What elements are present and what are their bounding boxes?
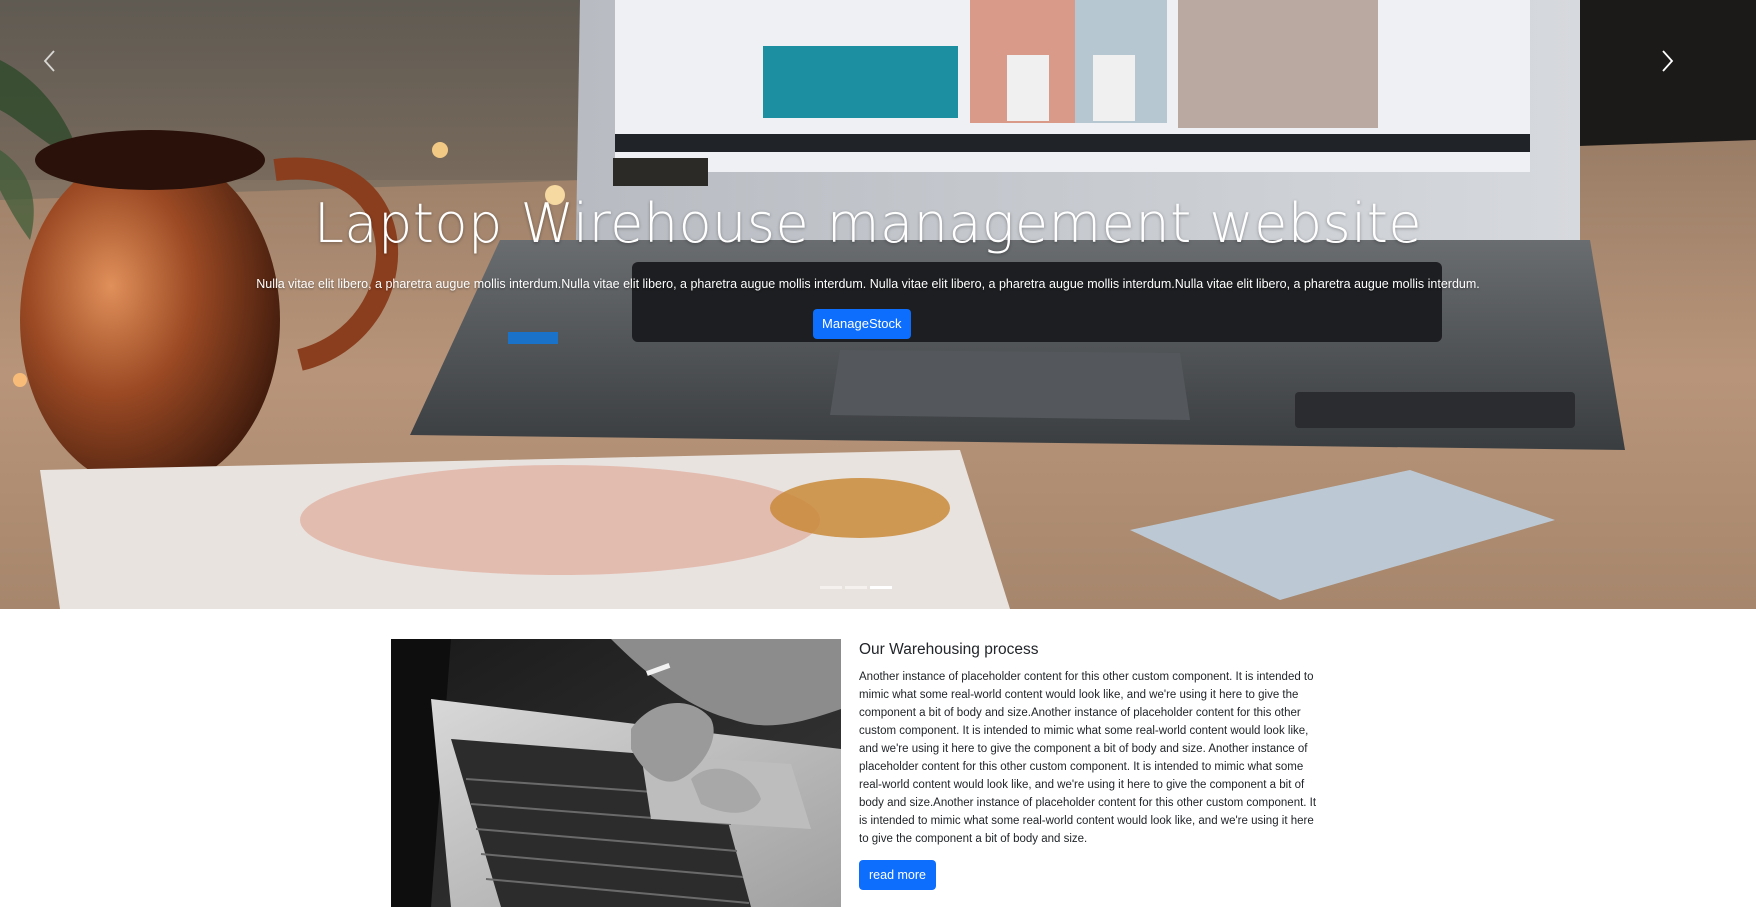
warehousing-process-content: Our Warehousing process Another instance… bbox=[859, 639, 1329, 890]
carousel-indicator-1[interactable] bbox=[820, 586, 842, 589]
manage-stock-button[interactable]: ManageStock bbox=[813, 309, 911, 339]
hero-subtitle: Nulla vitae elit libero, a pharetra augu… bbox=[256, 277, 1480, 291]
process-title: Our Warehousing process bbox=[859, 641, 1039, 658]
carousel-next-button[interactable] bbox=[1652, 44, 1682, 78]
carousel-indicator-2[interactable] bbox=[845, 586, 867, 589]
hero-title: Laptop Wirehouse management website bbox=[313, 192, 1423, 255]
chevron-right-icon bbox=[1662, 50, 1674, 72]
process-body: Another instance of placeholder content … bbox=[859, 671, 1317, 845]
carousel-prev-button[interactable] bbox=[35, 44, 65, 78]
carousel-indicators bbox=[820, 586, 892, 589]
hero-background-image bbox=[0, 0, 1756, 609]
chevron-left-icon bbox=[43, 50, 55, 72]
carousel-indicator-3[interactable] bbox=[870, 586, 892, 589]
hero-carousel: Laptop Wirehouse management website Null… bbox=[0, 0, 1756, 609]
warehousing-process-image bbox=[391, 639, 841, 907]
read-more-button[interactable]: read more bbox=[859, 860, 936, 890]
